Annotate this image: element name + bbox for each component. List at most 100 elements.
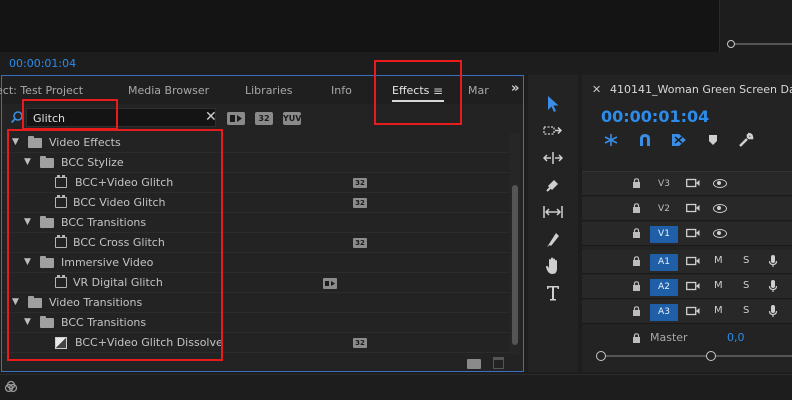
track-name[interactable]: A1: [650, 254, 678, 271]
tree-scrollbar[interactable]: [510, 133, 520, 355]
track-name[interactable]: V3: [650, 176, 678, 193]
add-marker-button[interactable]: [705, 133, 721, 147]
track-header-v2[interactable]: V2: [582, 197, 792, 221]
mute-track-button[interactable]: M: [714, 280, 723, 291]
solo-track-button[interactable]: S: [743, 255, 749, 266]
track-header-a1[interactable]: A1 M S: [582, 250, 792, 274]
scroll-handle[interactable]: [727, 40, 735, 48]
sync-lock-icon[interactable]: [686, 281, 700, 291]
source-timecode[interactable]: 00:00:01:04: [9, 57, 76, 70]
sync-lock-icon[interactable]: [686, 256, 700, 266]
ripple-edit-tool-button[interactable]: [540, 147, 566, 169]
mute-track-button[interactable]: M: [714, 305, 723, 316]
hand-tool-button[interactable]: [540, 255, 566, 277]
tree-folder-bcc-transitions[interactable]: ▼ BCC Transitions: [2, 213, 512, 233]
chevron-down-icon[interactable]: ▼: [12, 137, 19, 147]
32bit-badge: 32: [353, 198, 367, 208]
sync-lock-icon[interactable]: [686, 203, 700, 213]
lock-icon[interactable]: [632, 333, 641, 343]
yuv-filter-button[interactable]: YUV: [283, 112, 301, 125]
linked-selection-button[interactable]: [671, 133, 687, 147]
tree-folder-immersive-video[interactable]: ▼ Immersive Video: [2, 253, 512, 273]
search-field[interactable]: ✕: [26, 108, 217, 127]
chevron-down-icon[interactable]: ▼: [24, 317, 31, 327]
solo-track-button[interactable]: S: [743, 280, 749, 291]
sync-lock-icon[interactable]: [686, 178, 700, 188]
pen-tool-button[interactable]: [540, 228, 566, 250]
track-header-a2[interactable]: A2 M S: [582, 275, 792, 299]
lock-icon[interactable]: [632, 281, 641, 291]
track-name[interactable]: V1: [650, 226, 678, 243]
tree-folder-bcc-stylize[interactable]: ▼ BCC Stylize: [2, 153, 512, 173]
lock-icon[interactable]: [632, 256, 641, 266]
timeline-zoom-scrollbar[interactable]: [594, 351, 792, 361]
tree-transition-bcc-plus-video-glitch-dissolve[interactable]: BCC+Video Glitch Dissolve 32: [2, 333, 512, 353]
solo-track-button[interactable]: S: [743, 305, 749, 316]
tab-info[interactable]: Info: [331, 84, 352, 97]
tree-folder-video-effects[interactable]: ▼ Video Effects: [2, 133, 512, 153]
tab-project[interactable]: ect: Test Project: [0, 84, 83, 97]
source-zoom-scrollbar[interactable]: [727, 40, 792, 48]
track-header-v1[interactable]: V1: [582, 222, 792, 246]
tab-media-browser[interactable]: Media Browser: [128, 84, 209, 97]
tab-markers[interactable]: Mar: [468, 84, 489, 97]
clear-search-icon[interactable]: ✕: [205, 109, 217, 125]
scroll-start-handle[interactable]: [596, 351, 606, 361]
master-volume-value[interactable]: 0,0: [727, 331, 745, 344]
chevron-down-icon[interactable]: ▼: [24, 157, 31, 167]
sequence-tab-title[interactable]: 410141_Woman Green Screen Dancing: [610, 83, 792, 96]
track-name[interactable]: A2: [650, 279, 678, 296]
source-monitor-viewer[interactable]: [0, 0, 720, 52]
tree-effect-vr-digital-glitch[interactable]: VR Digital Glitch: [2, 273, 512, 293]
toggle-output-eye-icon[interactable]: [713, 229, 727, 238]
creative-cloud-icon[interactable]: [4, 380, 18, 394]
tree-effect-bcc-cross-glitch[interactable]: BCC Cross Glitch 32: [2, 233, 512, 253]
chevron-down-icon[interactable]: ▼: [12, 297, 19, 307]
tree-effect-bcc-video-glitch[interactable]: BCC Video Glitch 32: [2, 193, 512, 213]
chevron-down-icon[interactable]: ▼: [24, 217, 31, 227]
scroll-end-handle[interactable]: [706, 351, 716, 361]
lock-icon[interactable]: [632, 203, 641, 213]
voice-over-record-icon[interactable]: [768, 254, 778, 268]
timeline-settings-button[interactable]: [738, 132, 754, 147]
selection-tool-button[interactable]: [540, 93, 566, 115]
tree-folder-video-transitions[interactable]: ▼ Video Transitions: [2, 293, 512, 313]
close-sequence-icon[interactable]: ✕: [592, 83, 601, 96]
tab-libraries[interactable]: Libraries: [245, 84, 293, 97]
panel-menu-icon[interactable]: ≡: [433, 84, 443, 98]
chevron-down-icon[interactable]: ▼: [24, 257, 31, 267]
tab-overflow-icon[interactable]: »: [511, 81, 519, 96]
razor-tool-button[interactable]: [540, 174, 566, 196]
new-custom-bin-icon[interactable]: [467, 359, 481, 369]
lock-icon[interactable]: [632, 228, 641, 238]
track-header-v3[interactable]: V3: [582, 172, 792, 196]
tree-effect-bcc-plus-video-glitch[interactable]: BCC+Video Glitch 32: [2, 173, 512, 193]
accelerated-effects-filter-button[interactable]: [227, 112, 245, 125]
sequence-timecode[interactable]: 00:00:01:04: [601, 107, 709, 126]
toggle-output-eye-icon[interactable]: [713, 179, 727, 188]
track-name[interactable]: V2: [650, 201, 678, 218]
snap-button[interactable]: [637, 133, 653, 147]
search-icon[interactable]: [10, 110, 24, 124]
slip-tool-button[interactable]: [540, 201, 566, 223]
tree-folder-bcc-transitions-2[interactable]: ▼ BCC Transitions: [2, 313, 512, 333]
mute-track-button[interactable]: M: [714, 255, 723, 266]
delete-icon[interactable]: [493, 357, 504, 369]
tab-effects[interactable]: Effects: [392, 84, 429, 97]
track-header-a3[interactable]: A3 M S: [582, 300, 792, 324]
32bit-filter-button[interactable]: 32: [255, 112, 273, 125]
lock-icon[interactable]: [632, 306, 641, 316]
voice-over-record-icon[interactable]: [768, 304, 778, 318]
track-select-tool-button[interactable]: [540, 120, 566, 142]
nest-toggle-button[interactable]: [603, 133, 619, 147]
32bit-badge: 32: [353, 338, 367, 348]
sync-lock-icon[interactable]: [686, 306, 700, 316]
track-name[interactable]: A3: [650, 304, 678, 321]
type-tool-button[interactable]: [540, 282, 566, 304]
lock-icon[interactable]: [632, 178, 641, 188]
scroll-thumb[interactable]: [512, 185, 518, 345]
sync-lock-icon[interactable]: [686, 228, 700, 238]
toggle-output-eye-icon[interactable]: [713, 204, 727, 213]
voice-over-record-icon[interactable]: [768, 279, 778, 293]
search-input[interactable]: [33, 111, 193, 125]
